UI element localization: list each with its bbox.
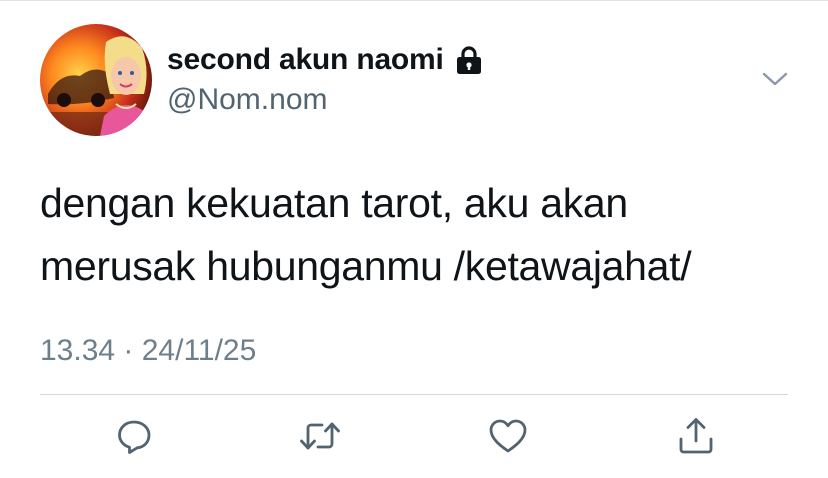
avatar[interactable] — [40, 24, 152, 136]
tweet-text-line: merusak hubunganmu /ketawajahat/ — [40, 243, 692, 289]
retweet-button[interactable] — [298, 414, 342, 458]
user-name-row: second akun naomi — [167, 43, 484, 77]
tweet-text-line: dengan kekuatan tarot, aku akan — [40, 180, 628, 226]
chevron-down-icon[interactable] — [758, 66, 792, 92]
display-name[interactable]: second akun naomi — [167, 43, 444, 77]
heart-icon — [489, 419, 527, 453]
avatar-image — [40, 24, 152, 136]
top-divider — [0, 0, 828, 1]
reply-icon — [118, 420, 151, 454]
tweet-text: dengan kekuatan tarot, aku akan merusak … — [40, 172, 800, 298]
user-handle[interactable]: @Nom.nom — [167, 83, 328, 117]
share-icon — [679, 418, 713, 454]
share-button[interactable] — [674, 414, 718, 458]
lock-icon — [454, 44, 484, 76]
reply-button[interactable] — [112, 414, 156, 458]
timestamp[interactable]: 13.34 · 24/11/25 — [40, 334, 256, 368]
actions-divider — [40, 394, 788, 395]
tweet-card: second akun naomi @Nom.nom dengan kekuat… — [0, 0, 828, 478]
like-button[interactable] — [486, 414, 530, 458]
retweet-icon — [300, 422, 340, 450]
